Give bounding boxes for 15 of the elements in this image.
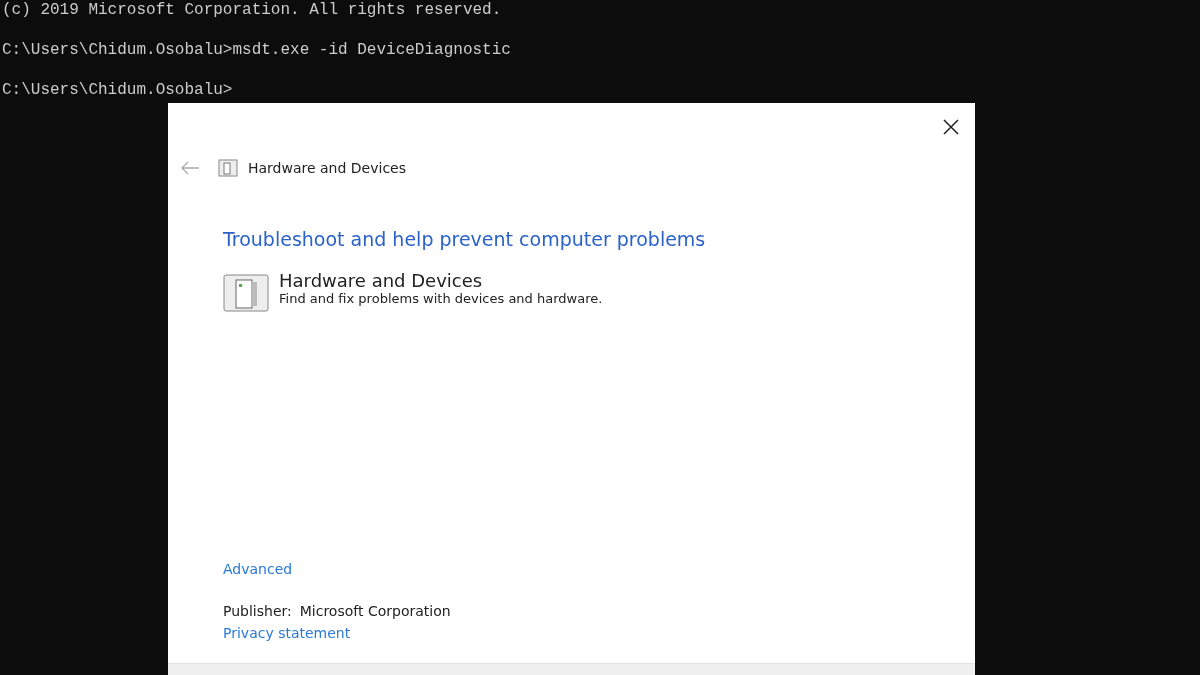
close-icon [943,119,959,135]
page-heading: Troubleshoot and help prevent computer problems [223,228,706,250]
device-icon [218,159,238,177]
console-line: C:\Users\Chidum.Osobalu> [2,81,233,99]
console-line: (c) 2019 Microsoft Corporation. All rights reserved. [2,1,502,19]
troubleshooter-description: Find and fix problems with devices and hardware. [279,291,603,306]
device-icon [223,274,269,312]
console-line: C:\Users\Chidum.Osobalu>msdt.exe -id DeviceDiagnostic [2,41,511,59]
privacy-link[interactable]: Privacy statement [223,625,351,641]
publisher-label: Publisher: [223,603,292,619]
advanced-link[interactable]: Advanced [223,561,293,577]
troubleshooter-title[interactable]: Hardware and Devices [279,270,603,291]
close-button[interactable] [941,117,961,137]
publisher-name: Microsoft Corporation [299,603,451,619]
window-title: Hardware and Devices [248,160,406,176]
